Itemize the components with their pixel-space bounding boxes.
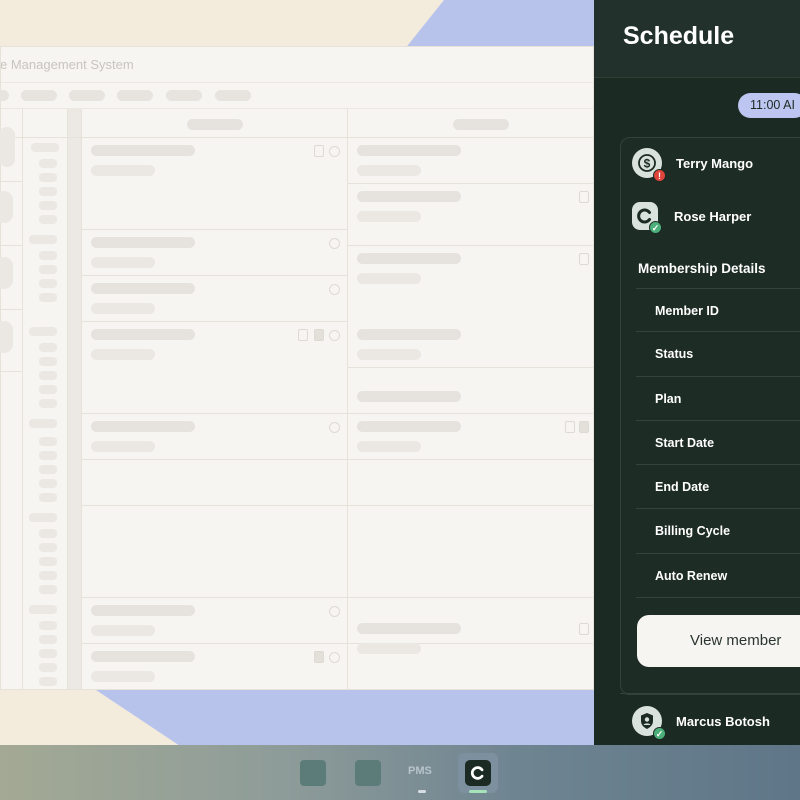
detail-member-id: Member ID xyxy=(636,288,800,333)
person-name: Rose Harper xyxy=(674,208,752,224)
membership-details-title: Membership Details xyxy=(638,261,766,276)
taskbar-indicator xyxy=(418,790,426,793)
appointment-rose-harper[interactable]: ✓ Rose Harper xyxy=(632,199,752,234)
alert-badge-icon: ! xyxy=(653,169,666,182)
toolbar-pill[interactable] xyxy=(166,90,202,101)
schedule-panel: Schedule 11:00 AI $ ! Terry Mango ✓ Rose… xyxy=(594,0,800,745)
check-badge-icon: ✓ xyxy=(649,221,662,234)
c-logo-icon xyxy=(465,760,491,786)
c-logo-icon: ✓ xyxy=(632,202,662,234)
taskbar-schedule-app[interactable] xyxy=(458,753,498,793)
membership-details-list: Member ID Status Plan Start Date End Dat… xyxy=(636,288,800,599)
svg-text:$: $ xyxy=(644,157,651,171)
time-chip[interactable]: 11:00 AI xyxy=(738,93,800,118)
toolbar-pill[interactable] xyxy=(21,90,57,101)
appointment-terry-mango[interactable]: $ ! Terry Mango xyxy=(632,146,754,182)
pms-window-title: tice Management System xyxy=(1,47,593,83)
taskbar-app-icon[interactable] xyxy=(300,760,326,786)
divider xyxy=(620,693,800,694)
detail-plan: Plan xyxy=(636,377,800,421)
taskbar-active-indicator xyxy=(469,790,487,793)
toolbar-pill[interactable] xyxy=(117,90,153,101)
person-name: Marcus Botosh xyxy=(676,713,770,729)
pms-window: tice Management System xyxy=(0,46,594,690)
background-shape-bottom xyxy=(96,690,600,746)
toolbar-pill[interactable] xyxy=(215,90,251,101)
appointment-marcus-botosh[interactable]: ✓ Marcus Botosh xyxy=(632,704,770,740)
check-badge-icon: ✓ xyxy=(653,727,666,740)
toolbar-pill[interactable] xyxy=(69,90,105,101)
background-shape-top xyxy=(405,0,612,48)
pms-toolbar xyxy=(0,83,593,109)
schedule-title: Schedule xyxy=(623,22,735,50)
taskbar-pms-label[interactable]: PMS xyxy=(408,765,432,777)
pms-schedule-grid xyxy=(0,109,593,690)
taskbar-app-icon[interactable] xyxy=(355,760,381,786)
detail-start-date: Start Date xyxy=(636,421,800,466)
detail-status: Status xyxy=(636,332,800,377)
detail-auto-renew: Auto Renew xyxy=(636,554,800,599)
toolbar-pill[interactable] xyxy=(0,90,9,101)
view-member-button[interactable]: View member xyxy=(637,615,800,667)
detail-end-date: End Date xyxy=(636,465,800,510)
taskbar: PMS xyxy=(0,745,800,800)
user-shield-icon: ✓ xyxy=(632,706,666,740)
person-name: Terry Mango xyxy=(676,155,754,171)
dollar-icon: $ ! xyxy=(632,148,666,182)
detail-billing-cycle: Billing Cycle xyxy=(636,509,800,554)
